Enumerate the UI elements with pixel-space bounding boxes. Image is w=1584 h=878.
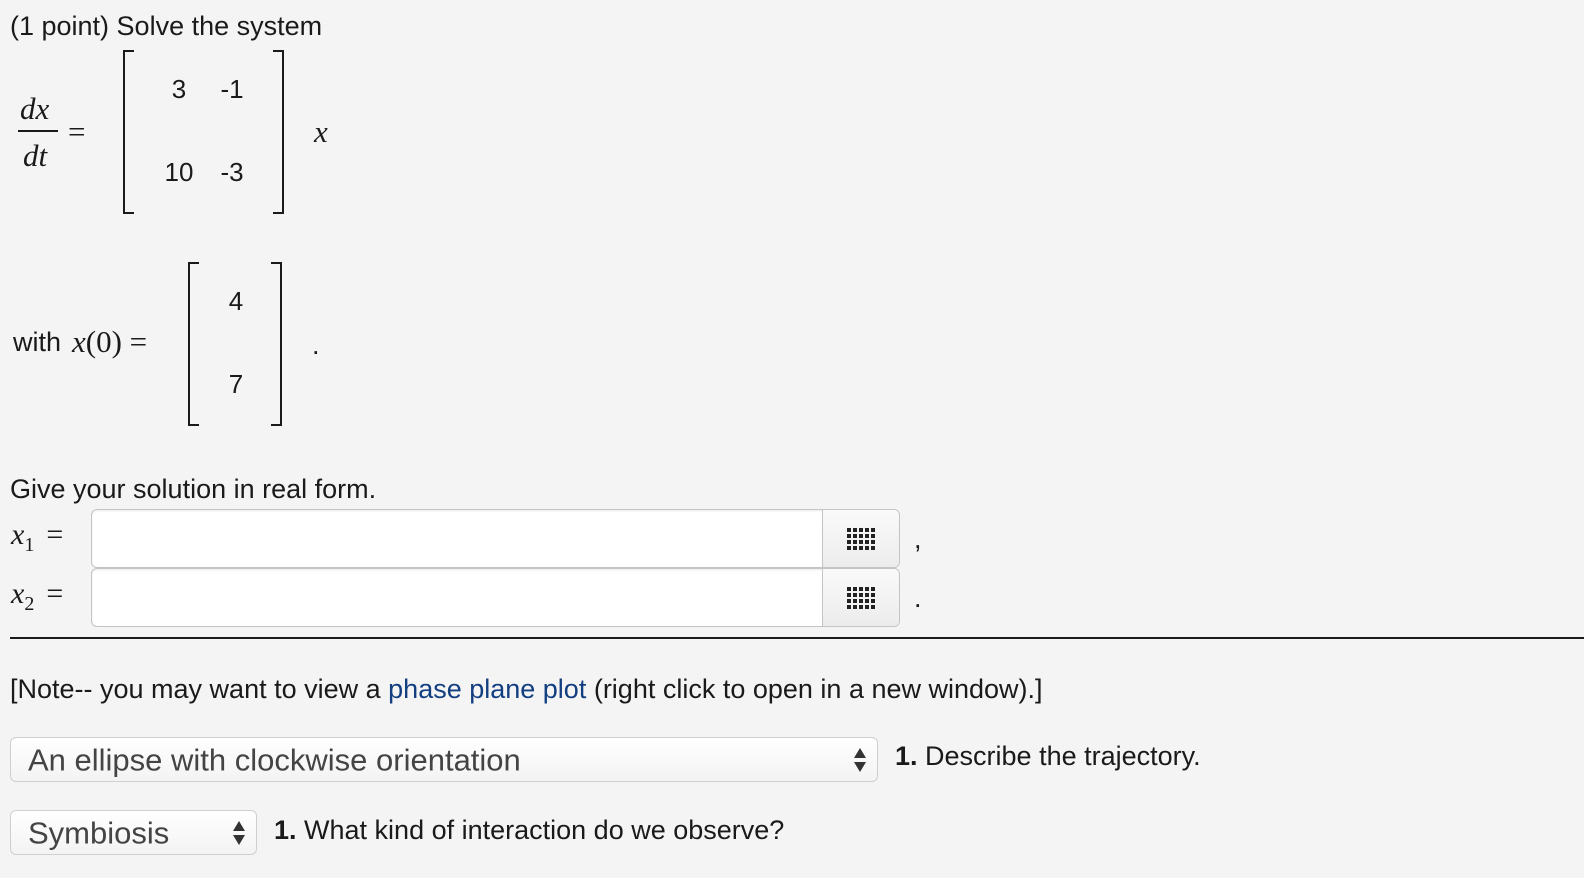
- x1-subscript: 1: [24, 534, 35, 556]
- equals-sign: =: [68, 114, 86, 149]
- note-suffix: (right click to open in a new window).]: [586, 674, 1043, 704]
- x1-keyboard-button[interactable]: [822, 510, 899, 567]
- x2-subscript: 2: [24, 593, 35, 615]
- section-divider: [10, 637, 1584, 639]
- initial-cell-1: 4: [228, 286, 244, 316]
- with-text: with: [13, 327, 62, 357]
- x1-equals: =: [46, 518, 64, 551]
- trajectory-selected-value: An ellipse with clockwise orientation: [28, 742, 521, 777]
- x1-label: x1 =: [11, 518, 64, 556]
- x2-var: x: [11, 577, 25, 610]
- phase-plane-plot-link[interactable]: phase plane plot: [388, 674, 586, 704]
- vector-symbol: x: [314, 114, 328, 149]
- select-arrows-icon: [854, 747, 866, 772]
- x1-trailing-comma: ,: [914, 524, 922, 554]
- select-arrows-icon: [233, 820, 245, 845]
- initial-right-bracket: [271, 262, 282, 426]
- x2-equals: =: [46, 577, 64, 610]
- fraction-bar: [18, 130, 58, 132]
- interaction-question-text: What kind of interaction do we observe?: [296, 815, 785, 845]
- matrix-cell-1-1: 3: [171, 74, 187, 104]
- matrix-right-bracket: [273, 50, 284, 214]
- initial-cell-2: 7: [228, 369, 244, 399]
- instruction-text: Give your solution in real form.: [10, 474, 377, 504]
- grid-keyboard-icon: [847, 586, 875, 609]
- note-prefix: [Note-- you may want to view a: [10, 674, 389, 704]
- x2-label: x2 =: [11, 577, 64, 615]
- trajectory-question-text: Describe the trajectory.: [917, 741, 1201, 771]
- x2-trailing-period: .: [914, 583, 922, 613]
- note-text: [Note-- you may want to view a phase pla…: [10, 676, 1043, 703]
- x2-input[interactable]: [92, 569, 822, 626]
- initial-rest: (0) =: [85, 324, 148, 359]
- matrix-cell-2-1: 10: [164, 157, 194, 187]
- interaction-question: 1. What kind of interaction do we observ…: [274, 817, 784, 844]
- initial-x: x: [72, 324, 86, 359]
- initial-condition-label: x(0) =: [72, 326, 147, 357]
- grid-keyboard-icon: [847, 527, 875, 550]
- trajectory-question: 1. Describe the trajectory.: [895, 743, 1201, 770]
- x2-keyboard-button[interactable]: [822, 569, 899, 626]
- x2-answer-box: [91, 568, 900, 627]
- trajectory-question-number: 1.: [895, 741, 918, 771]
- problem-header: (1 point) Solve the system: [10, 11, 323, 41]
- x1-input[interactable]: [92, 510, 822, 567]
- trajectory-select[interactable]: An ellipse with clockwise orientation: [10, 737, 878, 782]
- interaction-selected-value: Symbiosis: [28, 815, 170, 850]
- matrix-left-bracket: [123, 50, 134, 214]
- ode-numerator: dx: [20, 91, 50, 126]
- initial-period: .: [312, 330, 320, 360]
- x1-var: x: [11, 518, 25, 551]
- matrix-cell-2-2: -3: [220, 157, 244, 187]
- interaction-question-number: 1.: [274, 815, 297, 845]
- x1-answer-box: [91, 509, 900, 568]
- ode-denominator: dt: [23, 138, 48, 173]
- matrix-cell-1-2: -1: [220, 74, 244, 104]
- interaction-select[interactable]: Symbiosis: [10, 810, 257, 855]
- initial-left-bracket: [188, 262, 199, 426]
